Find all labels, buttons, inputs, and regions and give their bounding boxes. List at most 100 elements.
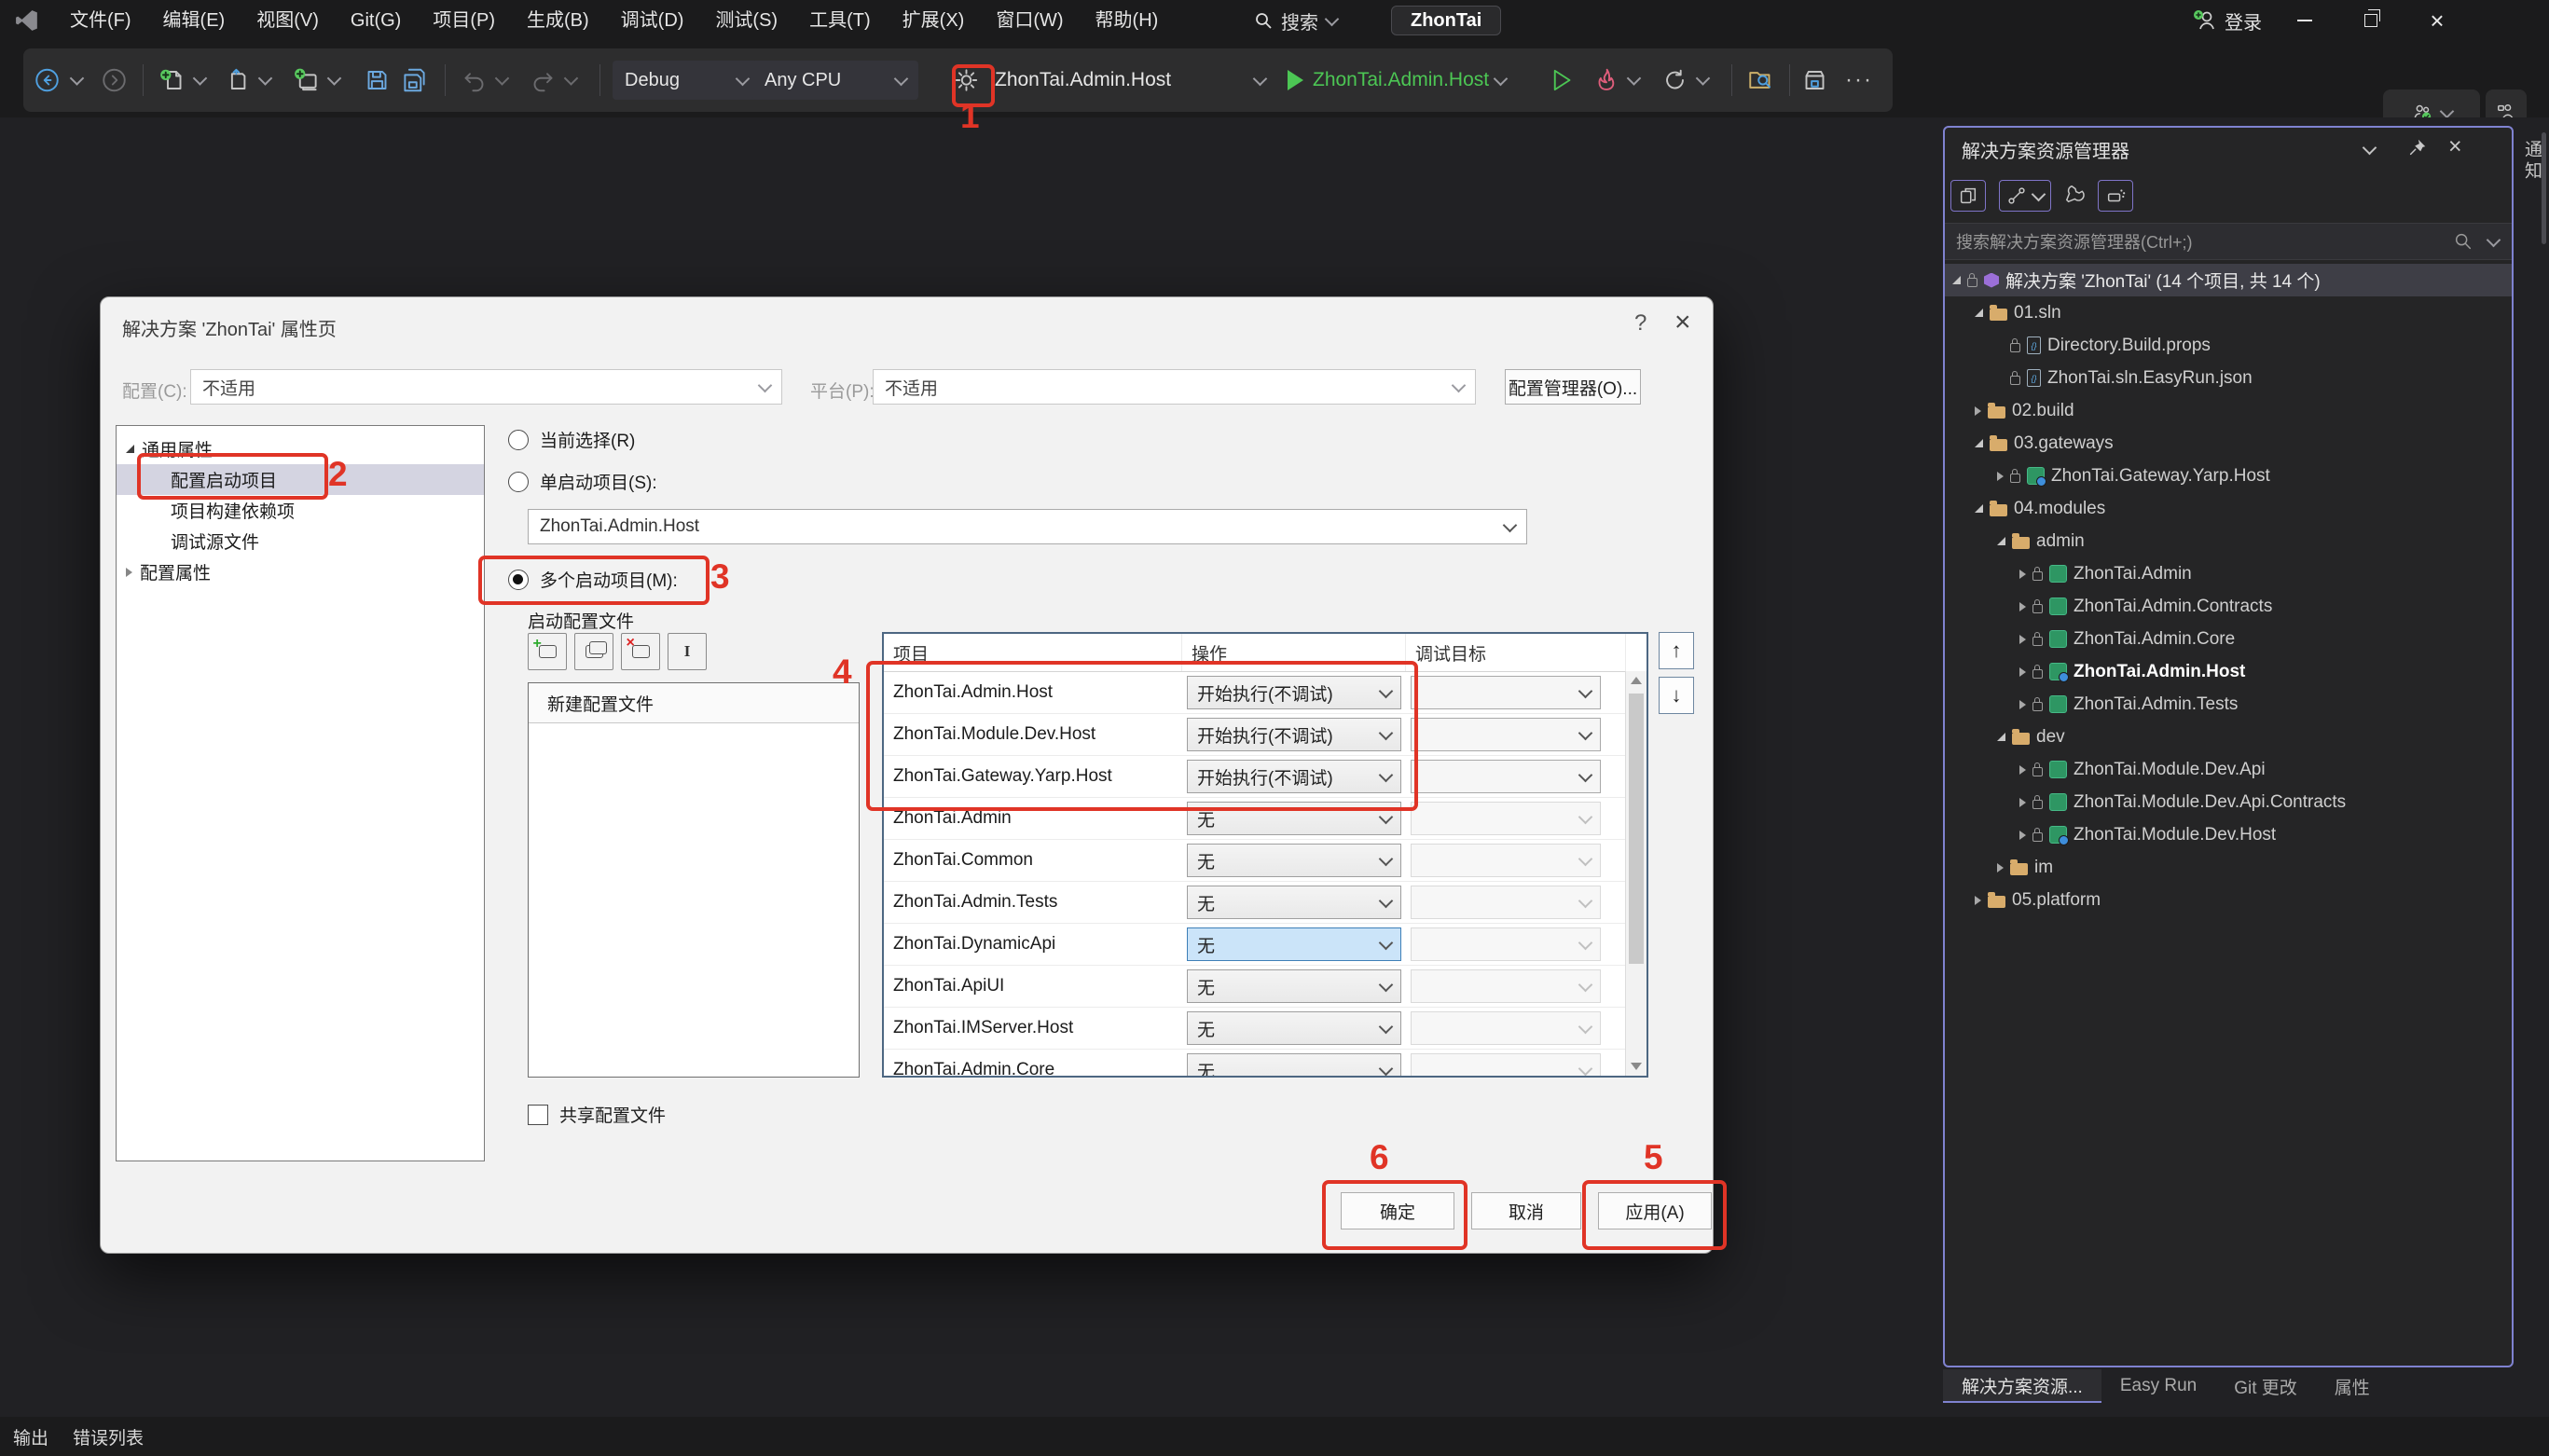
solution-configuration-dropdown[interactable]: Debug	[613, 61, 760, 100]
restore-button[interactable]	[2344, 0, 2398, 41]
redo-button[interactable]	[530, 68, 556, 93]
action-dropdown[interactable]: 无	[1187, 886, 1401, 919]
back-dropdown[interactable]	[72, 77, 82, 84]
solution-explorer-search[interactable]: 搜索解决方案资源管理器(Ctrl+;)	[1945, 223, 2512, 260]
action-dropdown[interactable]: 无	[1187, 969, 1401, 1003]
scroll-thumb[interactable]	[1629, 694, 1644, 964]
tab-output[interactable]: 输出	[13, 1424, 48, 1449]
help-button[interactable]: ?	[1634, 310, 1647, 337]
tree-item-project[interactable]: ZhonTai.Admin.Contracts	[1945, 590, 2512, 623]
start-without-debugging-button[interactable]	[1549, 68, 1574, 93]
rename-profile-button[interactable]: I	[668, 633, 707, 670]
dialog-close-button[interactable]: ×	[1674, 307, 1691, 338]
expander-closed-icon[interactable]	[2019, 831, 2026, 840]
save-all-button[interactable]	[402, 68, 427, 93]
action-dropdown[interactable]: 无	[1187, 1053, 1401, 1078]
sign-in-button[interactable]: 登录	[2193, 6, 2262, 35]
tab-easy-run[interactable]: Easy Run	[2101, 1369, 2215, 1403]
new-profile-list-item[interactable]: 新建配置文件	[529, 683, 859, 723]
tree-item-folder[interactable]: admin	[1945, 525, 2512, 557]
tree-item-project[interactable]: ZhonTai.Admin.Core	[1945, 623, 2512, 655]
menu-item-help[interactable]: 帮助(H)	[1080, 0, 1175, 41]
add-item-dropdown[interactable]	[329, 77, 339, 84]
expander-open-icon[interactable]	[1975, 439, 1983, 447]
search-button[interactable]: 搜索	[1245, 5, 1346, 36]
restart-dropdown[interactable]	[1698, 77, 1708, 84]
panel-scrollbar[interactable]	[2542, 132, 2546, 244]
close-button[interactable]: ×	[2410, 0, 2464, 41]
expander-closed-icon[interactable]	[2019, 667, 2026, 677]
nav-common-properties[interactable]: 通用属性	[117, 433, 484, 464]
action-dropdown[interactable]: 开始执行(不调试)	[1187, 676, 1401, 709]
tree-item-folder[interactable]: 05.platform	[1945, 884, 2512, 916]
tab-solution-explorer[interactable]: 解决方案资源...	[1943, 1369, 2101, 1403]
nav-debug-source-files[interactable]: 调试源文件	[117, 526, 484, 556]
radio-multiple-startup-projects[interactable]: 多个启动项目(M):	[508, 567, 678, 592]
action-dropdown[interactable]: 无	[1187, 844, 1401, 877]
action-dropdown-focused[interactable]: 无	[1187, 927, 1401, 961]
close-panel-button[interactable]: ×	[2448, 133, 2462, 160]
debug-target-dropdown[interactable]	[1411, 718, 1601, 751]
share-profile-checkbox[interactable]: 共享配置文件	[528, 1102, 666, 1127]
duplicate-profile-button[interactable]	[574, 633, 613, 670]
run-button[interactable]: ZhonTai.Admin.Host	[1284, 68, 1506, 92]
menu-item-test[interactable]: 测试(S)	[699, 0, 793, 41]
cancel-button[interactable]: 取消	[1471, 1192, 1581, 1229]
tree-item-project[interactable]: ZhonTai.Gateway.Yarp.Host	[1945, 460, 2512, 492]
restart-button[interactable]	[1662, 68, 1688, 93]
minimize-button[interactable]	[2278, 0, 2332, 41]
menu-item-build[interactable]: 生成(B)	[511, 0, 605, 41]
menu-item-tools[interactable]: 工具(T)	[793, 0, 887, 41]
expander-closed-icon[interactable]	[2019, 700, 2026, 709]
tree-item-folder[interactable]: 04.modules	[1945, 492, 2512, 525]
nav-configuration-properties[interactable]: 配置属性	[117, 556, 484, 587]
tree-item-startup-project[interactable]: ZhonTai.Admin.Host	[1945, 655, 2512, 688]
hot-reload-button[interactable]	[1593, 68, 1619, 93]
forward-button[interactable]	[102, 68, 127, 93]
back-button[interactable]	[34, 68, 60, 93]
tree-item-file[interactable]: {} Directory.Build.props	[1945, 329, 2512, 362]
solution-name-badge[interactable]: ZhonTai	[1391, 6, 1501, 35]
radio-single-startup-project[interactable]: 单启动项目(S):	[508, 469, 657, 494]
scroll-up-icon[interactable]	[1631, 677, 1642, 684]
menu-item-file[interactable]: 文件(F)	[54, 0, 147, 41]
scroll-down-icon[interactable]	[1631, 1063, 1642, 1070]
expander-closed-icon[interactable]	[1997, 863, 2004, 872]
apply-button[interactable]: 应用(A)	[1598, 1192, 1712, 1229]
tree-item-folder[interactable]: dev	[1945, 721, 2512, 753]
find-in-files-button[interactable]	[1748, 68, 1773, 93]
tree-item-project[interactable]: ZhonTai.Module.Dev.Host	[1945, 818, 2512, 851]
properties-button[interactable]	[2064, 184, 2085, 209]
new-file-dropdown[interactable]	[195, 77, 205, 84]
delete-profile-button[interactable]	[621, 633, 660, 670]
expander-open-icon[interactable]	[1997, 733, 2005, 741]
tab-error-list[interactable]: 错误列表	[73, 1424, 144, 1449]
action-dropdown[interactable]: 无	[1187, 802, 1401, 835]
save-button[interactable]	[365, 68, 390, 93]
tree-item-folder[interactable]: 01.sln	[1945, 296, 2512, 329]
undo-dropdown[interactable]	[497, 77, 507, 84]
expander-closed-icon[interactable]	[2019, 765, 2026, 775]
package-button[interactable]	[1802, 68, 1827, 93]
table-scrollbar[interactable]	[1625, 671, 1647, 1076]
toolbar-overflow-button[interactable]: ···	[1845, 67, 1873, 93]
menu-item-extensions[interactable]: 扩展(X)	[887, 0, 981, 41]
radio-current-selection[interactable]: 当前选择(R)	[508, 427, 635, 452]
debug-target-dropdown[interactable]	[1411, 760, 1601, 793]
platform-dropdown[interactable]: 不适用	[873, 369, 1476, 405]
pin-button[interactable]	[2407, 137, 2428, 162]
new-file-button[interactable]	[159, 68, 185, 93]
open-file-button[interactable]	[225, 68, 250, 93]
startup-project-dropdown[interactable]: ZhonTai.Admin.Host	[995, 69, 1265, 91]
tree-item-project[interactable]: ZhonTai.Admin.Tests	[1945, 688, 2512, 721]
search-options-chevron-icon[interactable]	[2487, 232, 2501, 247]
ok-button[interactable]: 确定	[1341, 1192, 1454, 1229]
expander-closed-icon[interactable]	[2019, 798, 2026, 807]
tab-notifications[interactable]: 通知	[2519, 140, 2544, 183]
menu-item-window[interactable]: 窗口(W)	[980, 0, 1079, 41]
expander-closed-icon[interactable]	[1997, 472, 2004, 481]
tree-item-project[interactable]: ZhonTai.Admin	[1945, 557, 2512, 590]
nav-startup-project[interactable]: 配置启动项目	[117, 464, 484, 495]
tree-item-file[interactable]: {} ZhonTai.sln.EasyRun.json	[1945, 362, 2512, 394]
menu-item-debug[interactable]: 调试(D)	[605, 0, 700, 41]
